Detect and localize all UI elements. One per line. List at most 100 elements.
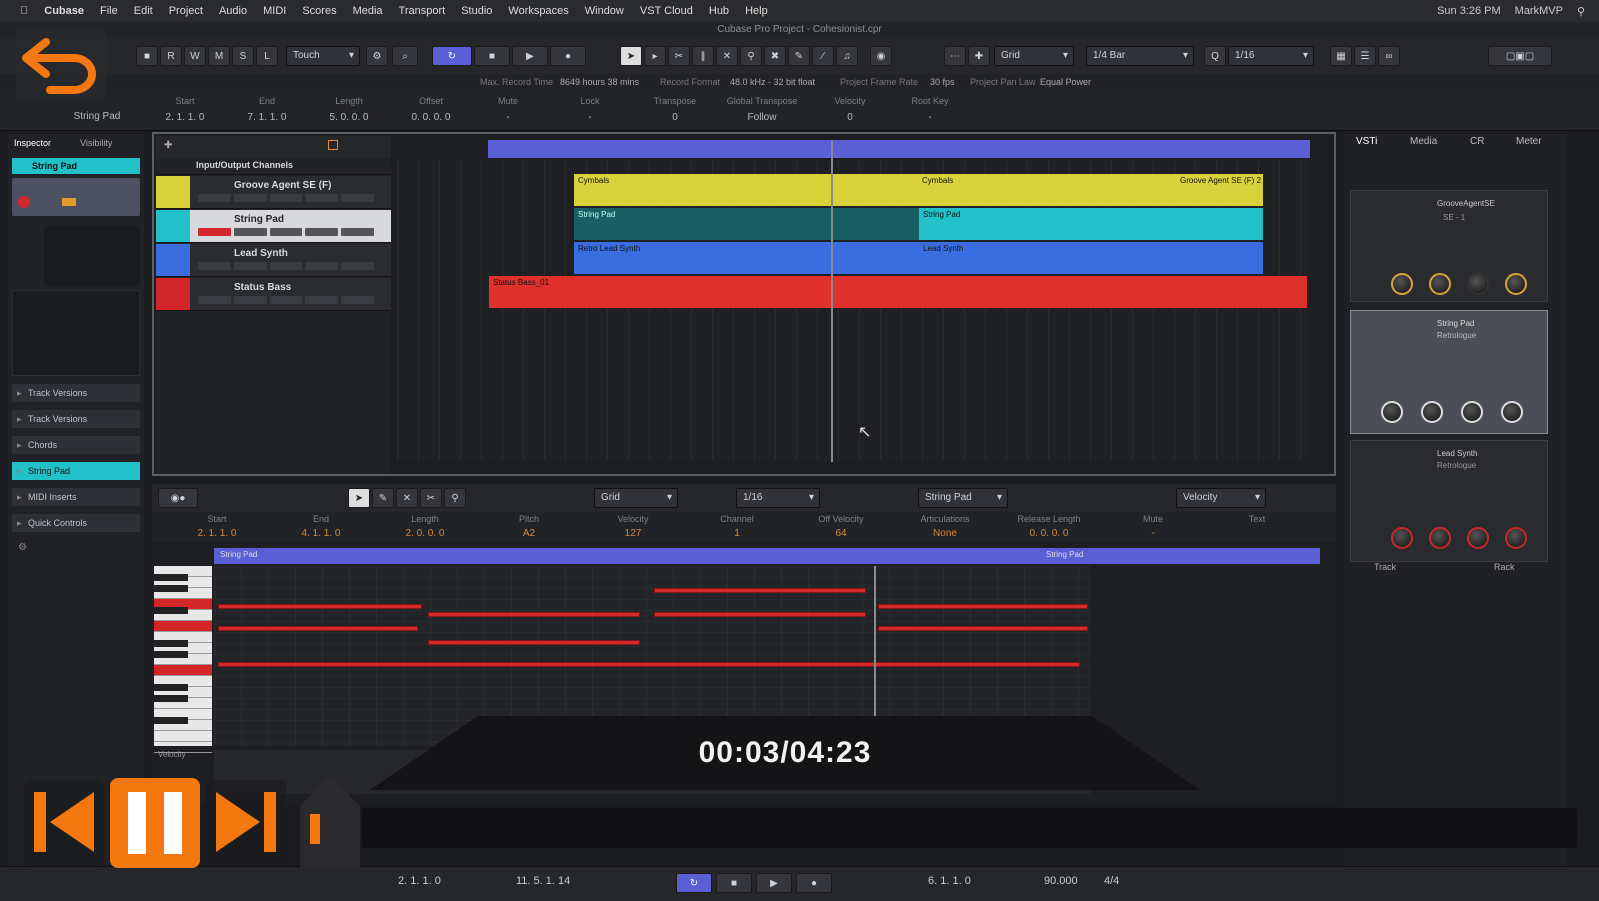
midi-note[interactable]	[654, 588, 866, 593]
volume-icon[interactable]	[300, 776, 362, 868]
menu-midi[interactable]: MIDI	[263, 5, 286, 17]
event-display[interactable]: Cymbals Cymbals Groove Agent SE (F) 2 St…	[397, 160, 1310, 460]
mute-button[interactable]: M	[208, 46, 230, 66]
info-value[interactable]: 0	[640, 112, 710, 123]
position-display[interactable]: 6. 1. 1. 0	[928, 875, 971, 887]
track-string-pad[interactable]: String Pad	[156, 210, 391, 243]
solo-editor-button[interactable]: ◉●	[158, 488, 198, 508]
key-info-value[interactable]: 127	[588, 528, 678, 539]
menu-file[interactable]: File	[100, 5, 118, 17]
inspector-section-track-versions[interactable]: Track Versions	[12, 410, 140, 428]
black-key[interactable]	[154, 574, 188, 581]
skip-forward-icon[interactable]	[206, 780, 286, 866]
info-value[interactable]: -	[560, 112, 620, 123]
black-key[interactable]	[154, 585, 188, 592]
draw-tool[interactable]: ✎	[788, 46, 810, 66]
menu-edit[interactable]: Edit	[134, 5, 153, 17]
inspector-section-retrospective[interactable]: Track Versions	[12, 384, 140, 402]
info-value[interactable]: 0	[820, 112, 880, 123]
project-ruler[interactable]	[488, 140, 1310, 158]
zone-toggle-buttons[interactable]: ▢▣▢	[1488, 46, 1552, 66]
menu-help[interactable]: Help	[745, 5, 768, 17]
quick-control-knob[interactable]	[1461, 401, 1483, 423]
zoom-icon[interactable]: ⌕	[392, 46, 418, 66]
track-controls[interactable]	[198, 296, 374, 304]
track-controls[interactable]	[12, 178, 140, 216]
menu-workspaces[interactable]: Workspaces	[508, 5, 568, 17]
black-key[interactable]	[154, 651, 188, 658]
key-info-value[interactable]: 0. 0. 0. 0	[1004, 528, 1094, 539]
midi-part-lead-2[interactable]: Lead Synth	[919, 242, 1263, 274]
midi-part-lead-1[interactable]: Retro Lead Synth	[574, 242, 919, 274]
black-key[interactable]	[154, 717, 188, 724]
erase-tool[interactable]: ✕	[396, 488, 418, 508]
info-value[interactable]: -	[900, 112, 960, 123]
tab-meter[interactable]: Meter	[1516, 136, 1542, 147]
menu-studio[interactable]: Studio	[461, 5, 492, 17]
solo-button[interactable]: S	[232, 46, 254, 66]
erase-tool[interactable]: ✕	[716, 46, 738, 66]
inspector-track-name[interactable]: String Pad	[12, 158, 140, 174]
video-scrub-bar[interactable]	[362, 808, 1577, 848]
info-value[interactable]: 7. 1. 1. 0	[232, 112, 302, 123]
track-controls[interactable]	[198, 262, 374, 270]
midi-note[interactable]	[218, 604, 422, 609]
volume-pan-area[interactable]	[44, 226, 140, 286]
tempo-display[interactable]: 90.000	[1044, 875, 1078, 887]
search-icon[interactable]: ⚲	[1577, 5, 1585, 18]
quick-control-knob[interactable]	[1391, 273, 1413, 295]
quick-control-knob[interactable]	[1467, 527, 1489, 549]
split-tool[interactable]: ✂	[668, 46, 690, 66]
skip-back-icon[interactable]	[24, 780, 104, 866]
black-key[interactable]	[154, 695, 188, 702]
quick-control-knob[interactable]	[1391, 527, 1413, 549]
midi-part-string-pad-2[interactable]: String Pad	[919, 208, 1263, 240]
menu-audio[interactable]: Audio	[219, 5, 247, 17]
info-value[interactable]: Follow	[722, 112, 802, 123]
listen-button[interactable]: L	[256, 46, 278, 66]
apple-icon[interactable]: 	[20, 5, 28, 17]
snap-type-select[interactable]: Grid	[994, 46, 1074, 66]
midi-note[interactable]	[218, 626, 418, 631]
controller-lane-select[interactable]: Velocity	[1176, 488, 1266, 508]
info-value[interactable]: 5. 0. 0. 0	[314, 112, 384, 123]
track-filter-icon[interactable]	[328, 140, 338, 150]
play-button[interactable]: ▶	[512, 46, 548, 66]
grid-type-select[interactable]: 1/4 Bar	[1086, 46, 1194, 66]
monitor-icon[interactable]	[62, 198, 76, 206]
midi-note[interactable]	[428, 612, 640, 617]
object-selection-tool[interactable]: ➤	[620, 46, 642, 66]
key-info-value[interactable]: 1	[692, 528, 782, 539]
white-key[interactable]	[154, 621, 212, 632]
quantize-icon[interactable]: Q	[1204, 46, 1226, 66]
key-editor-ruler[interactable]: String Pad String Pad	[214, 548, 1320, 564]
midi-part-drums[interactable]: Cymbals Cymbals Groove Agent SE (F) 2	[574, 174, 1263, 206]
record-enable-icon[interactable]	[18, 196, 30, 208]
record-button[interactable]: ●	[796, 873, 832, 893]
user-name[interactable]: MarkMVP	[1515, 5, 1563, 18]
key-info-value[interactable]: A2	[484, 528, 574, 539]
signature-display[interactable]: 4/4	[1104, 875, 1119, 887]
inspector-section-midi-inserts[interactable]: MIDI Inserts	[12, 488, 140, 506]
info-value[interactable]: 0. 0. 0. 0	[396, 112, 466, 123]
key-info-value[interactable]: 4. 1. 1. 0	[276, 528, 366, 539]
track-groove-agent[interactable]: Groove Agent SE (F)	[156, 176, 391, 209]
inspector-section-channel[interactable]: String Pad	[12, 462, 140, 480]
trim-tool[interactable]: ✂	[420, 488, 442, 508]
quick-control-knob[interactable]	[1505, 273, 1527, 295]
menu-hub[interactable]: Hub	[709, 5, 729, 17]
quick-control-knob[interactable]	[1501, 401, 1523, 423]
midi-note[interactable]	[428, 640, 640, 645]
menu-window[interactable]: Window	[585, 5, 624, 17]
constrain-delay-button[interactable]: ■	[136, 46, 158, 66]
part-select[interactable]: String Pad	[918, 488, 1008, 508]
inspector-section-chords[interactable]: Chords	[12, 436, 140, 454]
instrument-slot-3[interactable]: Lead Synth Retrologue	[1350, 440, 1548, 562]
record-button[interactable]: ●	[550, 46, 586, 66]
track-lead-synth[interactable]: Lead Synth	[156, 244, 391, 277]
mixer-icon[interactable]: ☰	[1354, 46, 1376, 66]
instrument-slot-2[interactable]: String Pad Retrologue	[1350, 310, 1548, 434]
tab-visibility[interactable]: Visibility	[80, 136, 112, 150]
color-icon[interactable]: ◉	[870, 46, 892, 66]
track-controls[interactable]	[198, 194, 374, 202]
